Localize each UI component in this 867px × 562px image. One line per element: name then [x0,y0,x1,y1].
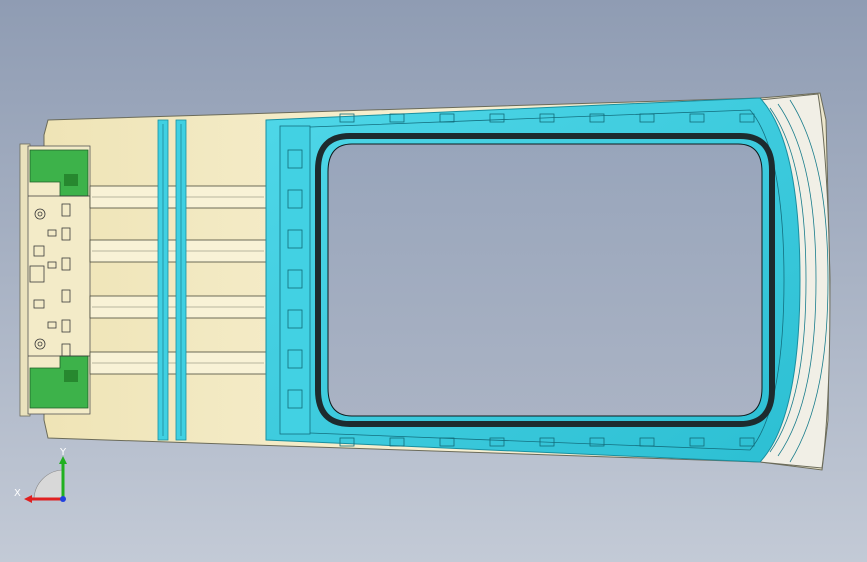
triad-x-label: X [14,488,21,499]
cad-viewport[interactable]: X Y [0,0,867,562]
cad-scene[interactable]: X Y [0,0,867,562]
sunroof-opening[interactable] [327,143,763,417]
triad-y-label: Y [59,447,67,458]
frame-rear-rail [279,125,311,435]
bracket-upper-tab [64,174,78,186]
roof-panel-model[interactable] [19,92,831,471]
triad-z-axis [60,496,66,502]
bracket-lower-tab [64,370,78,382]
